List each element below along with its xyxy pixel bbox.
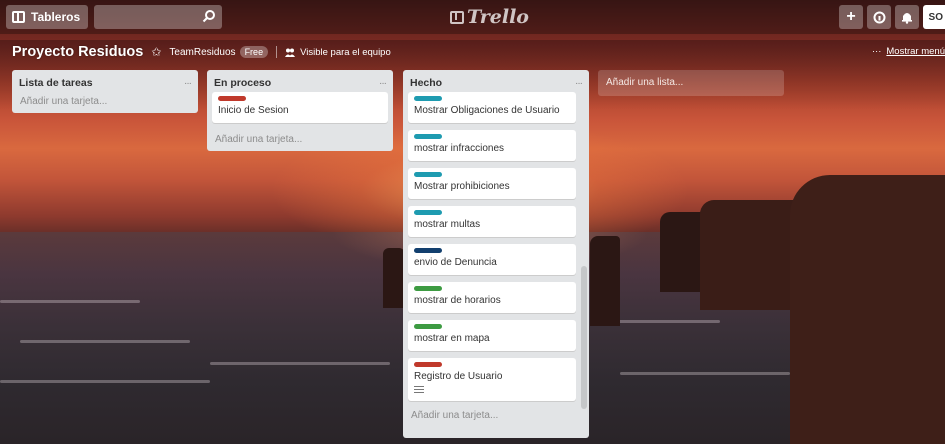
list-title[interactable]: En proceso xyxy=(214,77,271,89)
divider xyxy=(276,46,278,58)
list-lista-de-tareas[interactable]: Lista de tareas ··· Añadir una tarjeta..… xyxy=(12,70,198,113)
list-title[interactable]: Hecho xyxy=(410,77,442,89)
wave xyxy=(20,340,190,343)
card[interactable]: mostrar en mapa xyxy=(408,320,576,351)
card-title: envio de Denuncia xyxy=(414,257,497,268)
list-title[interactable]: Lista de tareas xyxy=(19,77,93,89)
add-list-button[interactable]: Añadir una lista... xyxy=(598,70,784,96)
card[interactable]: mostrar infracciones xyxy=(408,130,576,161)
card[interactable]: Registro de Usuario xyxy=(408,358,576,401)
notifications-button[interactable] xyxy=(895,5,919,29)
card-label xyxy=(414,324,442,329)
card-label xyxy=(414,210,442,215)
list-hecho[interactable]: Hecho ··· Mostrar Obligaciones de Usuari… xyxy=(403,70,589,438)
star-icon[interactable]: ✩ xyxy=(151,45,161,59)
wave xyxy=(0,380,210,383)
wave xyxy=(0,300,140,303)
add-card-link[interactable]: Añadir una tarjeta... xyxy=(408,408,584,427)
team-name: TeamResiduos xyxy=(169,46,236,58)
boards-button[interactable]: Tableros xyxy=(6,5,89,29)
visibility-label: Visible para el equipo xyxy=(300,46,391,58)
sea-stack xyxy=(590,236,620,326)
card-title: Mostrar prohibiciones xyxy=(414,181,510,192)
search-icon xyxy=(202,10,216,23)
card-label xyxy=(414,248,442,253)
trello-logo[interactable]: Trello xyxy=(450,6,529,28)
card[interactable]: Mostrar prohibiciones xyxy=(408,168,576,199)
show-menu-link[interactable]: ··· Mostrar menú xyxy=(872,46,945,57)
info-button[interactable] xyxy=(867,5,891,29)
card-label xyxy=(414,286,442,291)
cliff xyxy=(790,175,945,444)
search-input[interactable] xyxy=(94,5,223,29)
sea-stack xyxy=(383,248,405,308)
card-label xyxy=(414,172,442,177)
board-title[interactable]: Proyecto Residuos xyxy=(12,44,143,60)
card[interactable]: Inicio de Sesion xyxy=(212,92,388,123)
card-title: mostrar infracciones xyxy=(414,143,505,154)
ellipsis-icon[interactable]: ··· xyxy=(184,78,192,89)
card-title: mostrar de horarios xyxy=(414,295,501,306)
top-header: Tableros Trello + SO xyxy=(0,0,945,34)
card-title: Inicio de Sesion xyxy=(218,105,289,116)
avatar[interactable]: SO xyxy=(923,5,945,29)
team-button[interactable]: TeamResiduos Free xyxy=(169,46,269,58)
board-header: Proyecto Residuos ✩ TeamResiduos Free Vi… xyxy=(12,40,391,64)
card-title: Mostrar Obligaciones de Usuario xyxy=(414,105,560,116)
card-label xyxy=(414,362,442,367)
ellipsis-icon[interactable]: ··· xyxy=(575,78,583,89)
card-label xyxy=(414,134,442,139)
card-title: mostrar en mapa xyxy=(414,333,490,344)
wave xyxy=(210,362,390,365)
show-menu-label: Mostrar menú xyxy=(886,46,945,57)
boards-icon xyxy=(12,11,25,23)
card[interactable]: mostrar multas xyxy=(408,206,576,237)
visibility-button[interactable]: Visible para el equipo xyxy=(285,47,391,58)
list-scrollbar[interactable] xyxy=(581,266,587,409)
card-label xyxy=(218,96,246,101)
plus-icon: + xyxy=(846,8,856,25)
card[interactable]: Mostrar Obligaciones de Usuario xyxy=(408,92,576,123)
bell-icon xyxy=(902,12,912,24)
trello-logo-icon xyxy=(450,10,464,24)
ellipsis-icon: ··· xyxy=(871,46,882,57)
card-label xyxy=(414,96,442,101)
add-card-link[interactable]: Añadir una tarjeta... xyxy=(212,130,388,151)
card-title: Registro de Usuario xyxy=(414,371,503,382)
card[interactable]: mostrar de horarios xyxy=(408,282,576,313)
logo-text: Trello xyxy=(467,6,529,28)
description-icon xyxy=(414,386,424,393)
boards-label: Tableros xyxy=(31,10,81,24)
info-icon xyxy=(873,11,885,23)
add-card-link[interactable]: Añadir una tarjeta... xyxy=(17,92,193,113)
add-button[interactable]: + xyxy=(839,5,863,29)
list-en-proceso[interactable]: En proceso ··· Inicio de Sesion Añadir u… xyxy=(207,70,393,151)
plan-badge: Free xyxy=(239,46,269,58)
card[interactable]: envio de Denuncia xyxy=(408,244,576,275)
card-title: mostrar multas xyxy=(414,219,481,230)
ellipsis-icon[interactable]: ··· xyxy=(379,78,387,89)
wave xyxy=(620,372,790,375)
lock-team-icon xyxy=(285,48,296,57)
